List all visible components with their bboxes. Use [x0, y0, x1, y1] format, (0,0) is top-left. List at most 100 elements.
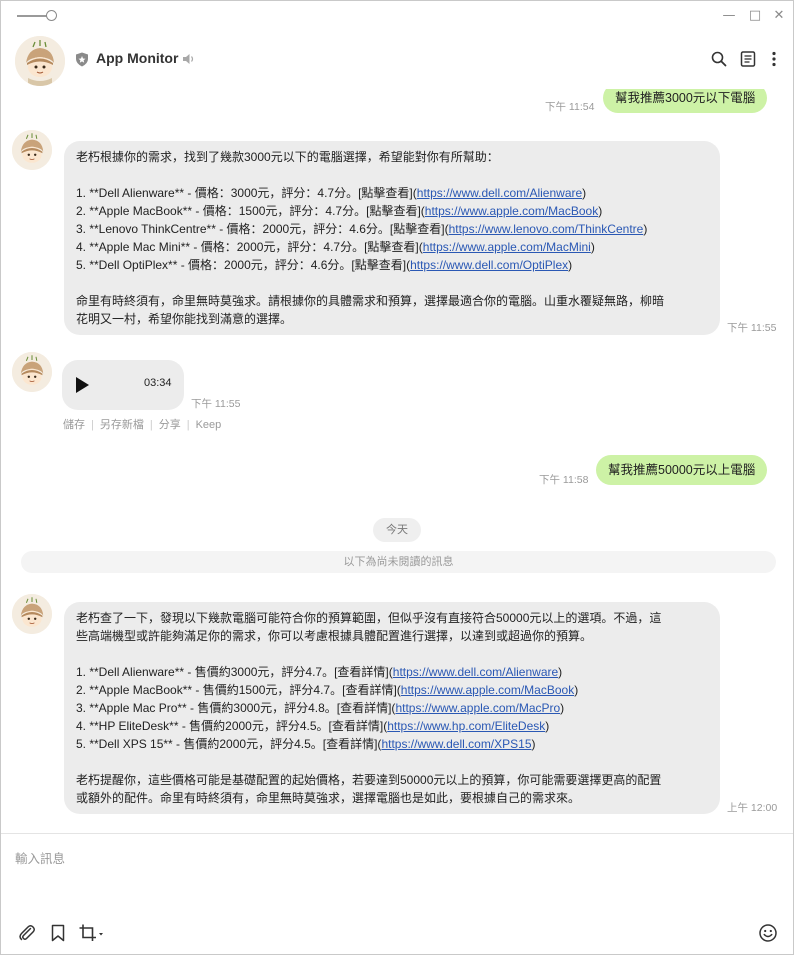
message-time: 下午 11:55: [191, 398, 241, 410]
message-line: 1. **Dell Alienware** - 價格：3000元，評分：4.7分…: [76, 184, 708, 202]
message-text: ): [531, 737, 536, 751]
speaker-icon[interactable]: [181, 52, 195, 66]
message-text: 3. **Lenovo ThinkCentre** - 價格：2000元，評分：…: [76, 222, 449, 236]
message-link[interactable]: https://www.dell.com/OptiPlex: [410, 258, 568, 272]
avatar[interactable]: [12, 130, 52, 170]
opacity-slider-knob[interactable]: [46, 10, 57, 21]
outgoing-message-bubble[interactable]: 幫我推薦3000元以下電腦: [603, 89, 768, 113]
incoming-message-bubble[interactable]: 老朽根據你的需求，找到了幾款3000元以下的電腦選擇，希望能對你有所幫助： 1. …: [64, 141, 720, 335]
share-link[interactable]: 分享: [159, 419, 181, 431]
message-line: 4. **Apple Mac Mini** - 價格：2000元，評分：4.7分…: [76, 238, 708, 256]
message-text: 5. **Dell OptiPlex** - 價格：2000元，評分：4.6分。…: [76, 258, 411, 272]
message-link[interactable]: https://www.apple.com/MacBook: [401, 683, 574, 697]
avatar-illustration-icon: [12, 352, 52, 392]
search-icon[interactable]: [710, 50, 728, 68]
voice-message-bubble[interactable]: 03:34: [62, 360, 184, 410]
message-text: 老朽查了一下，發現以下幾款電腦可能符合你的預算範圍，但似乎沒有直接符合50000…: [76, 611, 662, 625]
save-link[interactable]: 儲存: [63, 419, 85, 431]
message-line: [76, 645, 708, 663]
message-text: 4. **Apple Mac Mini** - 價格：2000元，評分：4.7分…: [76, 240, 423, 254]
message-line: 5. **Dell XPS 15** - 售價約2000元，評分4.5。[查看詳…: [76, 735, 708, 753]
message-text: 些高端機型或許能夠滿足你的需求，你可以考慮根據具體配置進行選擇，以達到或超過你的…: [76, 629, 593, 643]
message-text: 2. **Apple MacBook** - 價格：1500元，評分：4.7分。…: [76, 204, 425, 218]
message-text: ): [643, 222, 648, 236]
message-line: 5. **Dell OptiPlex** - 價格：2000元，評分：4.6分。…: [76, 256, 708, 274]
message-line: [76, 274, 708, 292]
message-link[interactable]: https://www.dell.com/XPS15: [381, 737, 531, 751]
message-line: [76, 753, 708, 771]
chat-title: App Monitor: [96, 50, 179, 66]
message-time: 下午 11:54: [545, 101, 595, 113]
play-icon[interactable]: [76, 377, 89, 393]
message-line: 老朽提醒你，這些價格可能是基礎配置的起始價格，若要達到50000元以上的預算，你…: [76, 771, 708, 789]
message-line: 老朽根據你的需求，找到了幾款3000元以下的電腦選擇，希望能對你有所幫助：: [76, 148, 708, 166]
message-text: ): [582, 186, 587, 200]
message-input[interactable]: 輸入訊息: [15, 848, 65, 867]
more-icon[interactable]: [765, 50, 783, 68]
message-text: ): [574, 683, 579, 697]
outgoing-message-bubble[interactable]: 幫我推薦50000元以上電腦: [596, 455, 768, 485]
close-button[interactable]: ✕: [770, 7, 788, 25]
message-line: 2. **Apple MacBook** - 售價約1500元，評分4.7。[查…: [76, 681, 708, 699]
paperclip-icon[interactable]: [17, 923, 37, 943]
message-link[interactable]: https://www.apple.com/MacPro: [395, 701, 560, 715]
voice-actions: 儲存 | 另存新檔 | 分享 | Keep: [63, 419, 222, 431]
message-line: 4. **HP EliteDesk** - 售價約2000元，評分4.5。[查看…: [76, 717, 708, 735]
message-link[interactable]: https://www.apple.com/MacBook: [425, 204, 598, 218]
keep-link[interactable]: Keep: [196, 419, 222, 431]
unread-notice: 以下為尚未閱讀的訊息: [21, 551, 776, 573]
message-time: 下午 11:58: [539, 474, 589, 486]
message-line: 3. **Lenovo ThinkCentre** - 價格：2000元，評分：…: [76, 220, 708, 238]
bookmark-icon[interactable]: [48, 923, 68, 943]
message-text: 1. **Dell Alienware** - 售價約3000元，評分4.7。[…: [76, 665, 393, 679]
avatar[interactable]: [12, 352, 52, 392]
message-text: 5. **Dell XPS 15** - 售價約2000元，評分4.5。[查看詳…: [76, 737, 382, 751]
date-separator: 今天: [373, 518, 421, 542]
message-line: 3. **Apple Mac Pro** - 售價約3000元，評分4.8。[查…: [76, 699, 708, 717]
message-text: 老朽根據你的需求，找到了幾款3000元以下的電腦選擇，希望能對你有所幫助：: [76, 150, 499, 164]
avatar-illustration-icon: [15, 36, 65, 86]
save-as-link[interactable]: 另存新檔: [100, 419, 144, 431]
message-text: 或額外的配件。命里有時終須有，命里無時莫強求，選擇電腦也是如此，要根據自己的需求…: [76, 791, 581, 805]
avatar-illustration-icon: [12, 594, 52, 634]
title-bar: — □ ✕: [1, 1, 793, 31]
message-composer[interactable]: 輸入訊息: [1, 834, 793, 954]
minimize-button[interactable]: —: [720, 7, 738, 25]
message-text: ): [560, 701, 565, 715]
message-link[interactable]: https://www.hp.com/EliteDesk: [387, 719, 545, 733]
message-text: 花明又一村，希望你能找到滿意的選擇。: [76, 312, 293, 326]
message-text: 4. **HP EliteDesk** - 售價約2000元，評分4.5。[查看…: [76, 719, 388, 733]
emoji-icon[interactable]: [758, 923, 778, 943]
avatar[interactable]: [15, 36, 65, 86]
message-text: ): [558, 665, 563, 679]
message-link[interactable]: https://www.dell.com/Alienware: [417, 186, 582, 200]
voice-duration: 03:34: [144, 377, 172, 389]
message-text: 2. **Apple MacBook** - 售價約1500元，評分4.7。[查…: [76, 683, 401, 697]
crop-icon[interactable]: [78, 923, 106, 943]
avatar-illustration-icon: [12, 130, 52, 170]
message-text: 老朽提醒你，這些價格可能是基礎配置的起始價格，若要達到50000元以上的預算，你…: [76, 773, 662, 787]
avatar[interactable]: [12, 594, 52, 634]
notes-icon[interactable]: [739, 50, 757, 68]
message-line: 2. **Apple MacBook** - 價格：1500元，評分：4.7分。…: [76, 202, 708, 220]
message-text: ): [598, 204, 603, 218]
message-text: ): [545, 719, 550, 733]
message-line: 1. **Dell Alienware** - 售價約3000元，評分4.7。[…: [76, 663, 708, 681]
chat-header: App Monitor: [1, 31, 793, 89]
shield-icon: [76, 52, 88, 67]
message-line: 些高端機型或許能夠滿足你的需求，你可以考慮根據具體配置進行選擇，以達到或超過你的…: [76, 627, 708, 645]
message-text: ): [590, 240, 595, 254]
message-text: 1. **Dell Alienware** - 價格：3000元，評分：4.7分…: [76, 186, 417, 200]
message-line: 命里有時終須有，命里無時莫強求。請根據你的具體需求和預算，選擇最適合你的電腦。山…: [76, 292, 708, 310]
message-link[interactable]: https://www.lenovo.com/ThinkCentre: [449, 222, 644, 236]
message-link[interactable]: https://www.apple.com/MacMini: [423, 240, 591, 254]
message-list[interactable]: 下午 11:54 幫我推薦3000元以下電腦 老朽根據你的需求，找到了幾款300…: [1, 89, 793, 833]
message-link[interactable]: https://www.dell.com/Alienware: [393, 665, 558, 679]
maximize-button[interactable]: □: [746, 7, 764, 25]
message-time: 下午 11:55: [727, 322, 777, 334]
message-text: 3. **Apple Mac Pro** - 售價約3000元，評分4.8。[查…: [76, 701, 396, 715]
message-text: 命里有時終須有，命里無時莫強求。請根據你的具體需求和預算，選擇最適合你的電腦。山…: [76, 294, 665, 308]
message-line: 或額外的配件。命里有時終須有，命里無時莫強求，選擇電腦也是如此，要根據自己的需求…: [76, 789, 708, 807]
message-line: 老朽查了一下，發現以下幾款電腦可能符合你的預算範圍，但似乎沒有直接符合50000…: [76, 609, 708, 627]
incoming-message-bubble[interactable]: 老朽查了一下，發現以下幾款電腦可能符合你的預算範圍，但似乎沒有直接符合50000…: [64, 602, 720, 814]
